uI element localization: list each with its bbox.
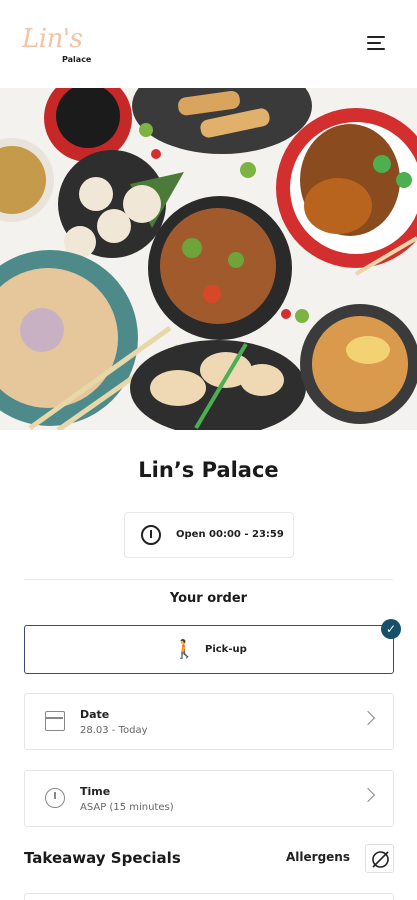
time-label: Time (80, 785, 111, 798)
pickup-label: Pick-up (205, 644, 247, 655)
chevron-right-icon (360, 710, 376, 726)
date-value: 28.03 - Today (80, 725, 148, 736)
restaurant-name: Lin’s Palace (138, 458, 279, 482)
opening-hours-badge: Open 00:00 - 23:59 (124, 512, 294, 558)
restaurant-logo[interactable]: Lin's Palace (22, 24, 112, 68)
special-item-card[interactable] (24, 893, 394, 900)
time-value: ASAP (15 minutes) (80, 802, 174, 813)
logo-sub-text: Palace (62, 55, 92, 64)
chevron-right-icon (360, 787, 376, 803)
walking-person-icon: 🚶 (173, 639, 196, 660)
hamburger-menu-icon[interactable] (367, 36, 389, 54)
clock-icon (141, 525, 161, 545)
date-label: Date (80, 708, 110, 721)
allergen-icon (372, 851, 389, 868)
top-bar: Lin's Palace (0, 0, 417, 88)
your-order-heading: Your order (169, 591, 248, 606)
pickup-option-button[interactable]: 🚶 Pick-up (24, 625, 394, 674)
time-selector[interactable]: Time ASAP (15 minutes) (24, 770, 394, 827)
selected-check-icon: ✓ (381, 619, 401, 639)
calendar-icon (45, 711, 65, 731)
hero-image (0, 88, 417, 430)
date-selector[interactable]: Date 28.03 - Today (24, 693, 394, 750)
takeaway-specials-heading: Takeaway Specials (24, 849, 181, 867)
section-divider (24, 579, 393, 580)
logo-script-text: Lin's (22, 24, 83, 54)
allergen-filter-button[interactable] (365, 844, 394, 873)
clock-outline-icon (45, 788, 65, 808)
opening-hours-text: Open 00:00 - 23:59 (176, 529, 284, 540)
allergens-label[interactable]: Allergens (286, 850, 350, 864)
food-photo-illustration (0, 88, 417, 430)
